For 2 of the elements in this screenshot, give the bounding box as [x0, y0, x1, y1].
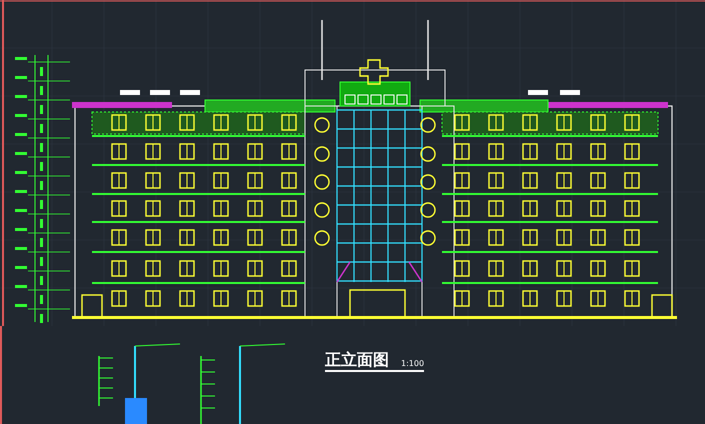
drawing-title: 正立面图: [325, 352, 389, 368]
drawing-scale: 1:100: [401, 360, 424, 368]
